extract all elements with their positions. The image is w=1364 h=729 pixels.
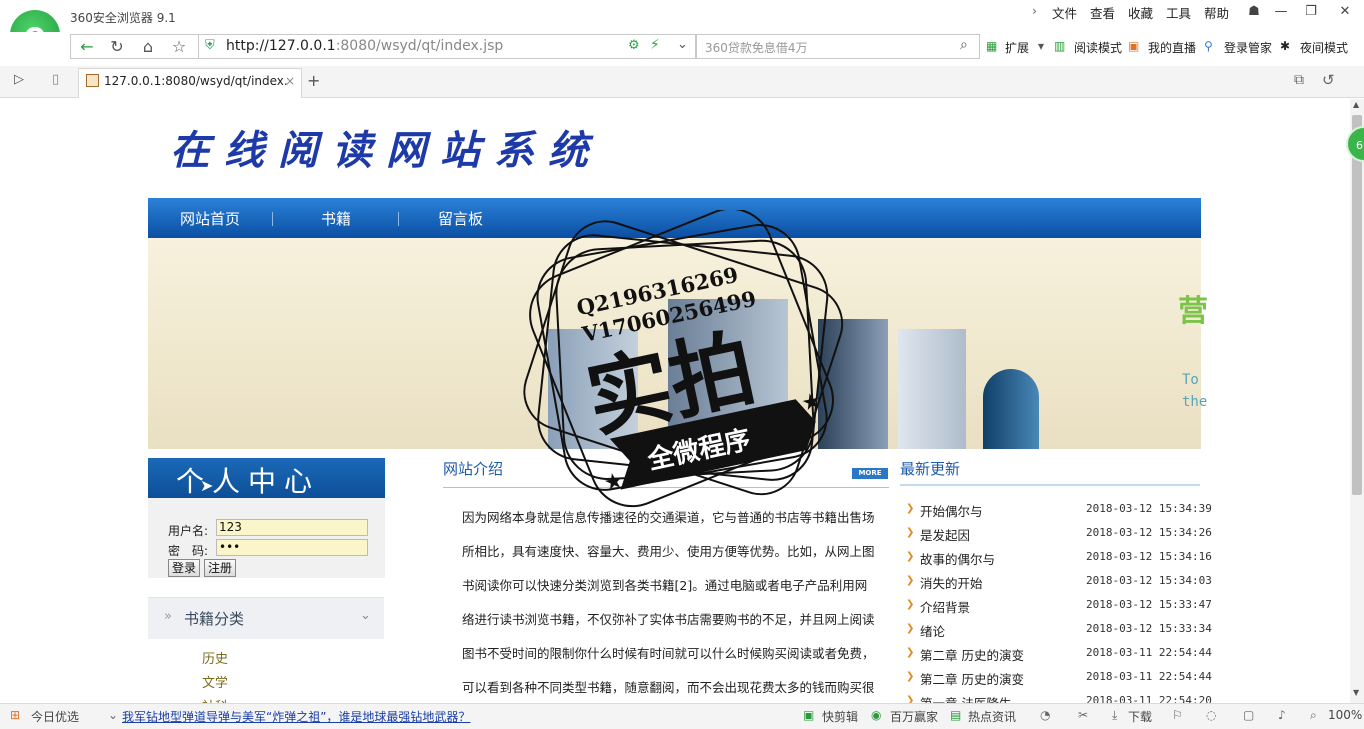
update-title[interactable]: 开始偶尔与: [920, 501, 983, 520]
bullet-icon: ❯: [906, 599, 915, 610]
scroll-down-icon[interactable]: ▼: [1353, 688, 1359, 697]
bullet-icon: ❯: [906, 551, 915, 562]
winner-icon: ◉: [871, 708, 882, 722]
update-date: 2018-03-11 22:54:20: [1086, 694, 1212, 703]
status-winner[interactable]: 百万赢家: [890, 708, 938, 725]
update-title[interactable]: 第一章 法医降生: [920, 693, 1011, 703]
zoom-icon[interactable]: ⌕: [1310, 708, 1317, 723]
update-date: 2018-03-12 15:34:26: [1086, 526, 1212, 539]
today-picks[interactable]: 今日优选: [31, 708, 79, 725]
update-date: 2018-03-11 22:54:44: [1086, 670, 1212, 683]
update-date: 2018-03-12 15:33:47: [1086, 598, 1212, 611]
tool-icon[interactable]: ✂: [1078, 708, 1088, 722]
news-link[interactable]: 我军钻地型弹道导弹与美军“炸弹之祖”，谁是地球最强钻地武器？: [122, 708, 470, 725]
bullet-icon: ❯: [906, 647, 915, 658]
bullet-icon: ❯: [906, 695, 915, 703]
update-date: 2018-03-12 15:34:03: [1086, 574, 1212, 587]
bullet-icon: ❯: [906, 575, 915, 586]
update-title[interactable]: 消失的开始: [920, 573, 983, 592]
update-title[interactable]: 故事的偶尔与: [920, 549, 995, 568]
update-title[interactable]: 第二章 历史的演变: [920, 645, 1024, 664]
update-title[interactable]: 介绍背景: [920, 597, 970, 616]
news-icon: ▤: [950, 708, 962, 722]
watermark-stamp: Q2196316269 V17060256499 实拍 全微程序 ★ ★: [523, 210, 844, 508]
bullet-icon: ❯: [906, 623, 915, 634]
star-icon: ★: [602, 468, 627, 497]
clip-icon: ▣: [803, 708, 815, 722]
status-download[interactable]: 下载: [1128, 708, 1152, 725]
volume-icon[interactable]: ♪: [1278, 708, 1286, 722]
speed-icon[interactable]: ◔: [1040, 708, 1050, 722]
bullet-icon: ❯: [906, 671, 915, 682]
status-clip[interactable]: 快剪辑: [822, 708, 858, 725]
update-date: 2018-03-12 15:34:39: [1086, 502, 1212, 515]
update-date: 2018-03-11 22:54:44: [1086, 646, 1212, 659]
update-title[interactable]: 是发起因: [920, 525, 970, 544]
update-date: 2018-03-12 15:34:16: [1086, 550, 1212, 563]
status-hot-news[interactable]: 热点资讯: [968, 708, 1016, 725]
flag-icon[interactable]: ⚐: [1172, 708, 1183, 722]
bullet-icon: ❯: [906, 503, 915, 514]
download-icon: ⤓: [1112, 708, 1118, 722]
chevron-down-icon[interactable]: ⌄: [108, 708, 118, 722]
update-title[interactable]: 第二章 历史的演变: [920, 669, 1024, 688]
scrollbar-thumb[interactable]: [1352, 115, 1362, 495]
bullet-icon: ❯: [906, 527, 915, 538]
update-title[interactable]: 绪论: [920, 621, 945, 640]
scroll-up-icon[interactable]: ▲: [1353, 100, 1359, 109]
gift-icon: ⊞: [10, 708, 21, 722]
update-date: 2018-03-12 15:33:34: [1086, 622, 1212, 635]
browser-icon[interactable]: ◌: [1206, 708, 1216, 722]
zoom-level[interactable]: 100%: [1328, 708, 1362, 722]
window-icon[interactable]: ▢: [1243, 708, 1254, 722]
star-icon: ★: [799, 388, 824, 417]
